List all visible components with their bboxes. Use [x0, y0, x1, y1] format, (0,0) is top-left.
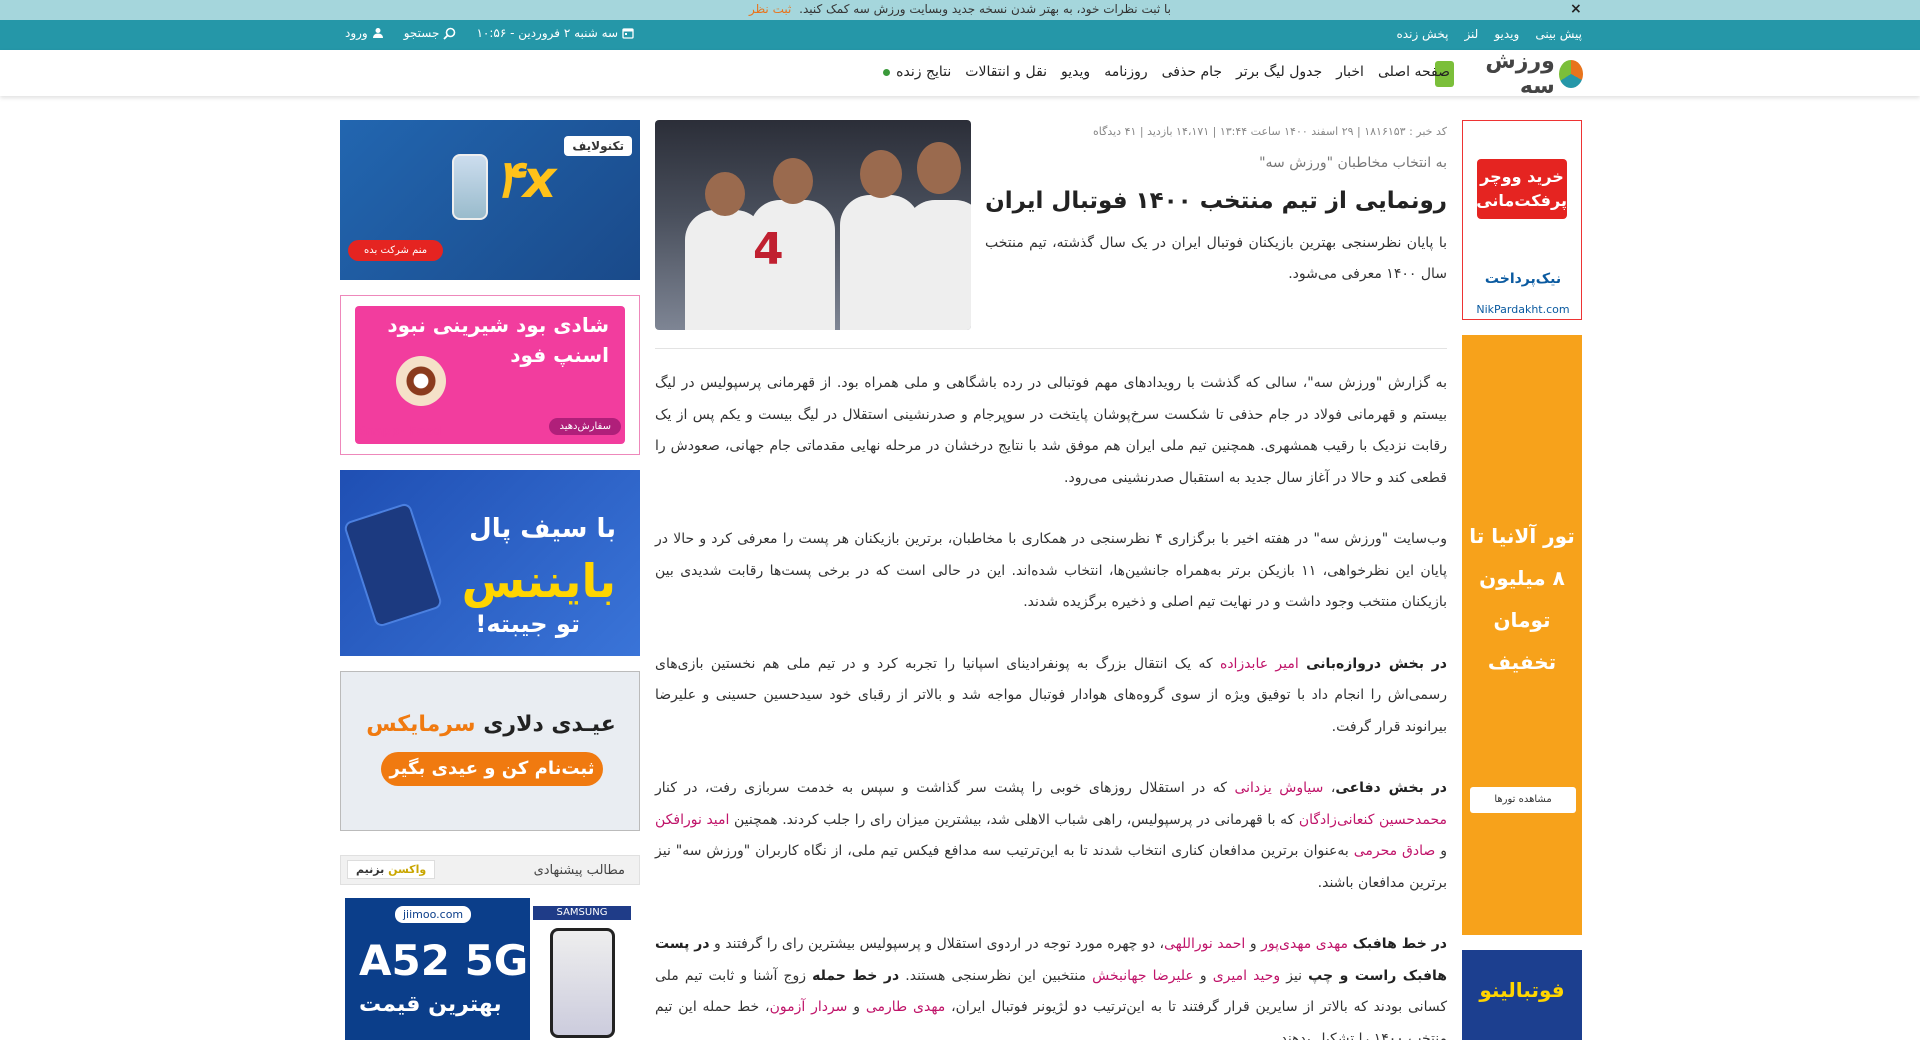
ad-brand: SAMSUNG: [533, 906, 631, 920]
top-link-predict[interactable]: پیش بینی: [1535, 27, 1582, 41]
main-nav: ورزش سه صفحه اصلی اخبار جدول لیگ برتر جا…: [0, 49, 1920, 99]
player-link[interactable]: محمدحسین کنعانی‌زادگان: [1299, 812, 1447, 828]
ad-headline: بایننس: [461, 554, 616, 608]
suggested-title: مطالب پیشنهادی: [533, 863, 625, 878]
notice-feedback-link[interactable]: ثبت نظر: [749, 2, 791, 16]
nav-item-newspaper[interactable]: روزنامه: [1104, 64, 1147, 80]
vaccine-badge[interactable]: واکسن بزنیم: [347, 860, 436, 879]
ad-technolife[interactable]: تکنولایف ۴x منم شرکت بده: [340, 120, 640, 280]
top-link-video[interactable]: ویدیو: [1494, 27, 1519, 41]
player-link[interactable]: سردار آزمون: [770, 999, 848, 1015]
ad-button[interactable]: منم شرکت بده: [348, 240, 444, 261]
search-icon: [443, 27, 456, 40]
nav-item-live-results[interactable]: نتایج زنده: [883, 64, 951, 80]
notice-bar: با ثبت نظرات خود، به بهتر شدن نسخه جدید …: [0, 0, 1920, 20]
live-dot-icon: [883, 68, 891, 76]
ad-text: تور آلانیا تا ۸ میلیون تومان تخفیف: [1469, 524, 1575, 674]
ad-brand: jiimoo.com: [395, 906, 472, 923]
top-bar: پیش بینی ویدیو لنز پخش زنده ورود جستجو س…: [0, 20, 1920, 50]
top-link-lens[interactable]: لنز: [1464, 27, 1478, 41]
wallet-image: [342, 501, 444, 629]
ad-binance[interactable]: با سیف پال بایننس تو جیبته!: [340, 470, 640, 656]
article-hero-image: 4: [655, 120, 971, 330]
ad-headline: A52 5G: [359, 936, 529, 985]
nav-item-video[interactable]: ویدیو: [1061, 64, 1090, 80]
article-headline: رونمایی از تیم منتخب ۱۴۰۰ فوتبال ایران: [985, 188, 1447, 214]
ad-samsung-a52[interactable]: jiimoo.com A52 5G بهترین قیمت SAMSUNG: [345, 898, 635, 1040]
player-link[interactable]: سیاوش یزدانی: [1234, 780, 1323, 796]
nav-item-home[interactable]: صفحه اصلی: [1378, 64, 1450, 80]
ad-alanya-tour[interactable]: تور آلانیا تا ۸ میلیون تومان تخفیف مشاهد…: [1462, 335, 1582, 935]
ad-button[interactable]: ثبت‌نام کن و عیدی بگیر: [381, 752, 603, 786]
paragraph: در خط هافبک مهدی مهدی‌پور و احمد نورالله…: [655, 936, 1448, 1040]
article-body: به گزارش "ورزش سه"، سالی که گذشت با روید…: [655, 368, 1447, 1040]
search-button[interactable]: جستجو: [404, 26, 457, 40]
ad-text: تو جیبته!: [475, 610, 580, 638]
ad-button[interactable]: سفارش‌دهید: [549, 418, 621, 435]
article-kicker: به انتخاب مخاطبان "ورزش سه": [1259, 155, 1447, 171]
paragraph: به گزارش "ورزش سه"، سالی که گذشت با روید…: [655, 375, 1447, 486]
ad-text: فوتبالینو: [1479, 978, 1565, 1002]
user-icon: [372, 28, 383, 38]
jersey-number: 4: [753, 224, 784, 275]
ad-text: با سیف پال: [469, 514, 616, 544]
ad-text: بهترین قیمت: [359, 992, 502, 1017]
login-button[interactable]: ورود: [345, 26, 384, 40]
paragraph: در بخش دفاعی، سیاوش یزدانی که در استقلال…: [655, 780, 1448, 891]
player-link[interactable]: علیرضا جهانبخش: [1092, 968, 1194, 984]
notice-text: با ثبت نظرات خود، به بهتر شدن نسخه جدید …: [799, 2, 1172, 16]
ad-nikpardakht[interactable]: خرید ووچر پرفکت‌مانی نیک‌پرداخت NikParda…: [1462, 120, 1582, 320]
ad-brand: Snapp! Food: [357, 424, 442, 438]
divider: [655, 348, 1447, 349]
ad-headline: ۴x: [495, 150, 557, 210]
ad-brand: نیک‌پرداخت: [1484, 271, 1562, 287]
ad-headline: عیـدی دلاری سرمایکس: [366, 712, 616, 737]
phone-image: [550, 928, 615, 1038]
player-link[interactable]: امیر عابدزاده: [1220, 656, 1299, 672]
calendar-icon: [622, 28, 634, 39]
article-meta: کد خبر : ۱۸۱۶۱۵۳ | ۲۹ اسفند ۱۴۰۰ ساعت ۱۳…: [1092, 125, 1447, 138]
ad-text: شادی بود شیرینی نبود اسنپ فود: [387, 313, 609, 367]
nav-item-news[interactable]: اخبار: [1336, 64, 1364, 80]
player-link[interactable]: مهدی مهدی‌پور: [1261, 936, 1348, 952]
date-display: سه شنبه ۲ فروردین - ۱۰:۵۶: [476, 26, 634, 40]
paragraph: وب‌سایت "ورزش سه" در هفته اخیر با برگزار…: [655, 531, 1447, 610]
player-link[interactable]: مهدی طارمی: [866, 999, 945, 1015]
ad-button[interactable]: مشاهده تورها: [1470, 787, 1576, 813]
top-tools: ورود جستجو سه شنبه ۲ فروردین - ۱۰:۵۶: [345, 26, 634, 40]
ad-brand: تکنولایف: [564, 136, 632, 156]
player-link[interactable]: وحید امیری: [1213, 968, 1280, 984]
nav-item-transfers[interactable]: نقل و انتقالات: [965, 64, 1047, 80]
nav-item-cup[interactable]: جام حذفی: [1162, 64, 1222, 80]
player-link[interactable]: امید نورافکن: [655, 812, 729, 828]
article-lead: با پایان نظرسنجی بهترین بازیکنان فوتبال …: [985, 235, 1447, 282]
site-logo[interactable]: ورزش سه: [1434, 49, 1583, 99]
suggested-header: مطالب پیشنهادی واکسن بزنیم: [340, 855, 640, 885]
ad-snappfood[interactable]: شادی بود شیرینی نبود اسنپ فود سفارش‌دهید…: [340, 295, 640, 455]
player-link[interactable]: صادق محرمی: [1354, 843, 1436, 859]
ad-url: NikPardakht.com: [1476, 303, 1570, 316]
ad-cta-label: خرید ووچر پرفکت‌مانی: [1476, 159, 1567, 219]
nav-menu: صفحه اصلی اخبار جدول لیگ برتر جام حذفی ر…: [883, 64, 1450, 80]
ad-sarmayex[interactable]: عیـدی دلاری سرمایکس ثبت‌نام کن و عیدی بگ…: [340, 671, 640, 831]
player-link[interactable]: احمد نوراللهی: [1164, 936, 1245, 952]
logo-mark-icon: [1558, 60, 1583, 88]
ad-footballino[interactable]: فوتبالینو: [1462, 950, 1582, 1040]
phone-image: [452, 154, 488, 220]
close-icon[interactable]: ×: [1570, 1, 1582, 17]
nav-item-league-table[interactable]: جدول لیگ برتر: [1236, 64, 1322, 80]
paragraph: در بخش دروازه‌بانی امیر عابدزاده که یک ا…: [655, 655, 1447, 735]
top-link-live[interactable]: پخش زنده: [1397, 27, 1449, 41]
top-links: پیش بینی ویدیو لنز پخش زنده: [1397, 27, 1582, 41]
